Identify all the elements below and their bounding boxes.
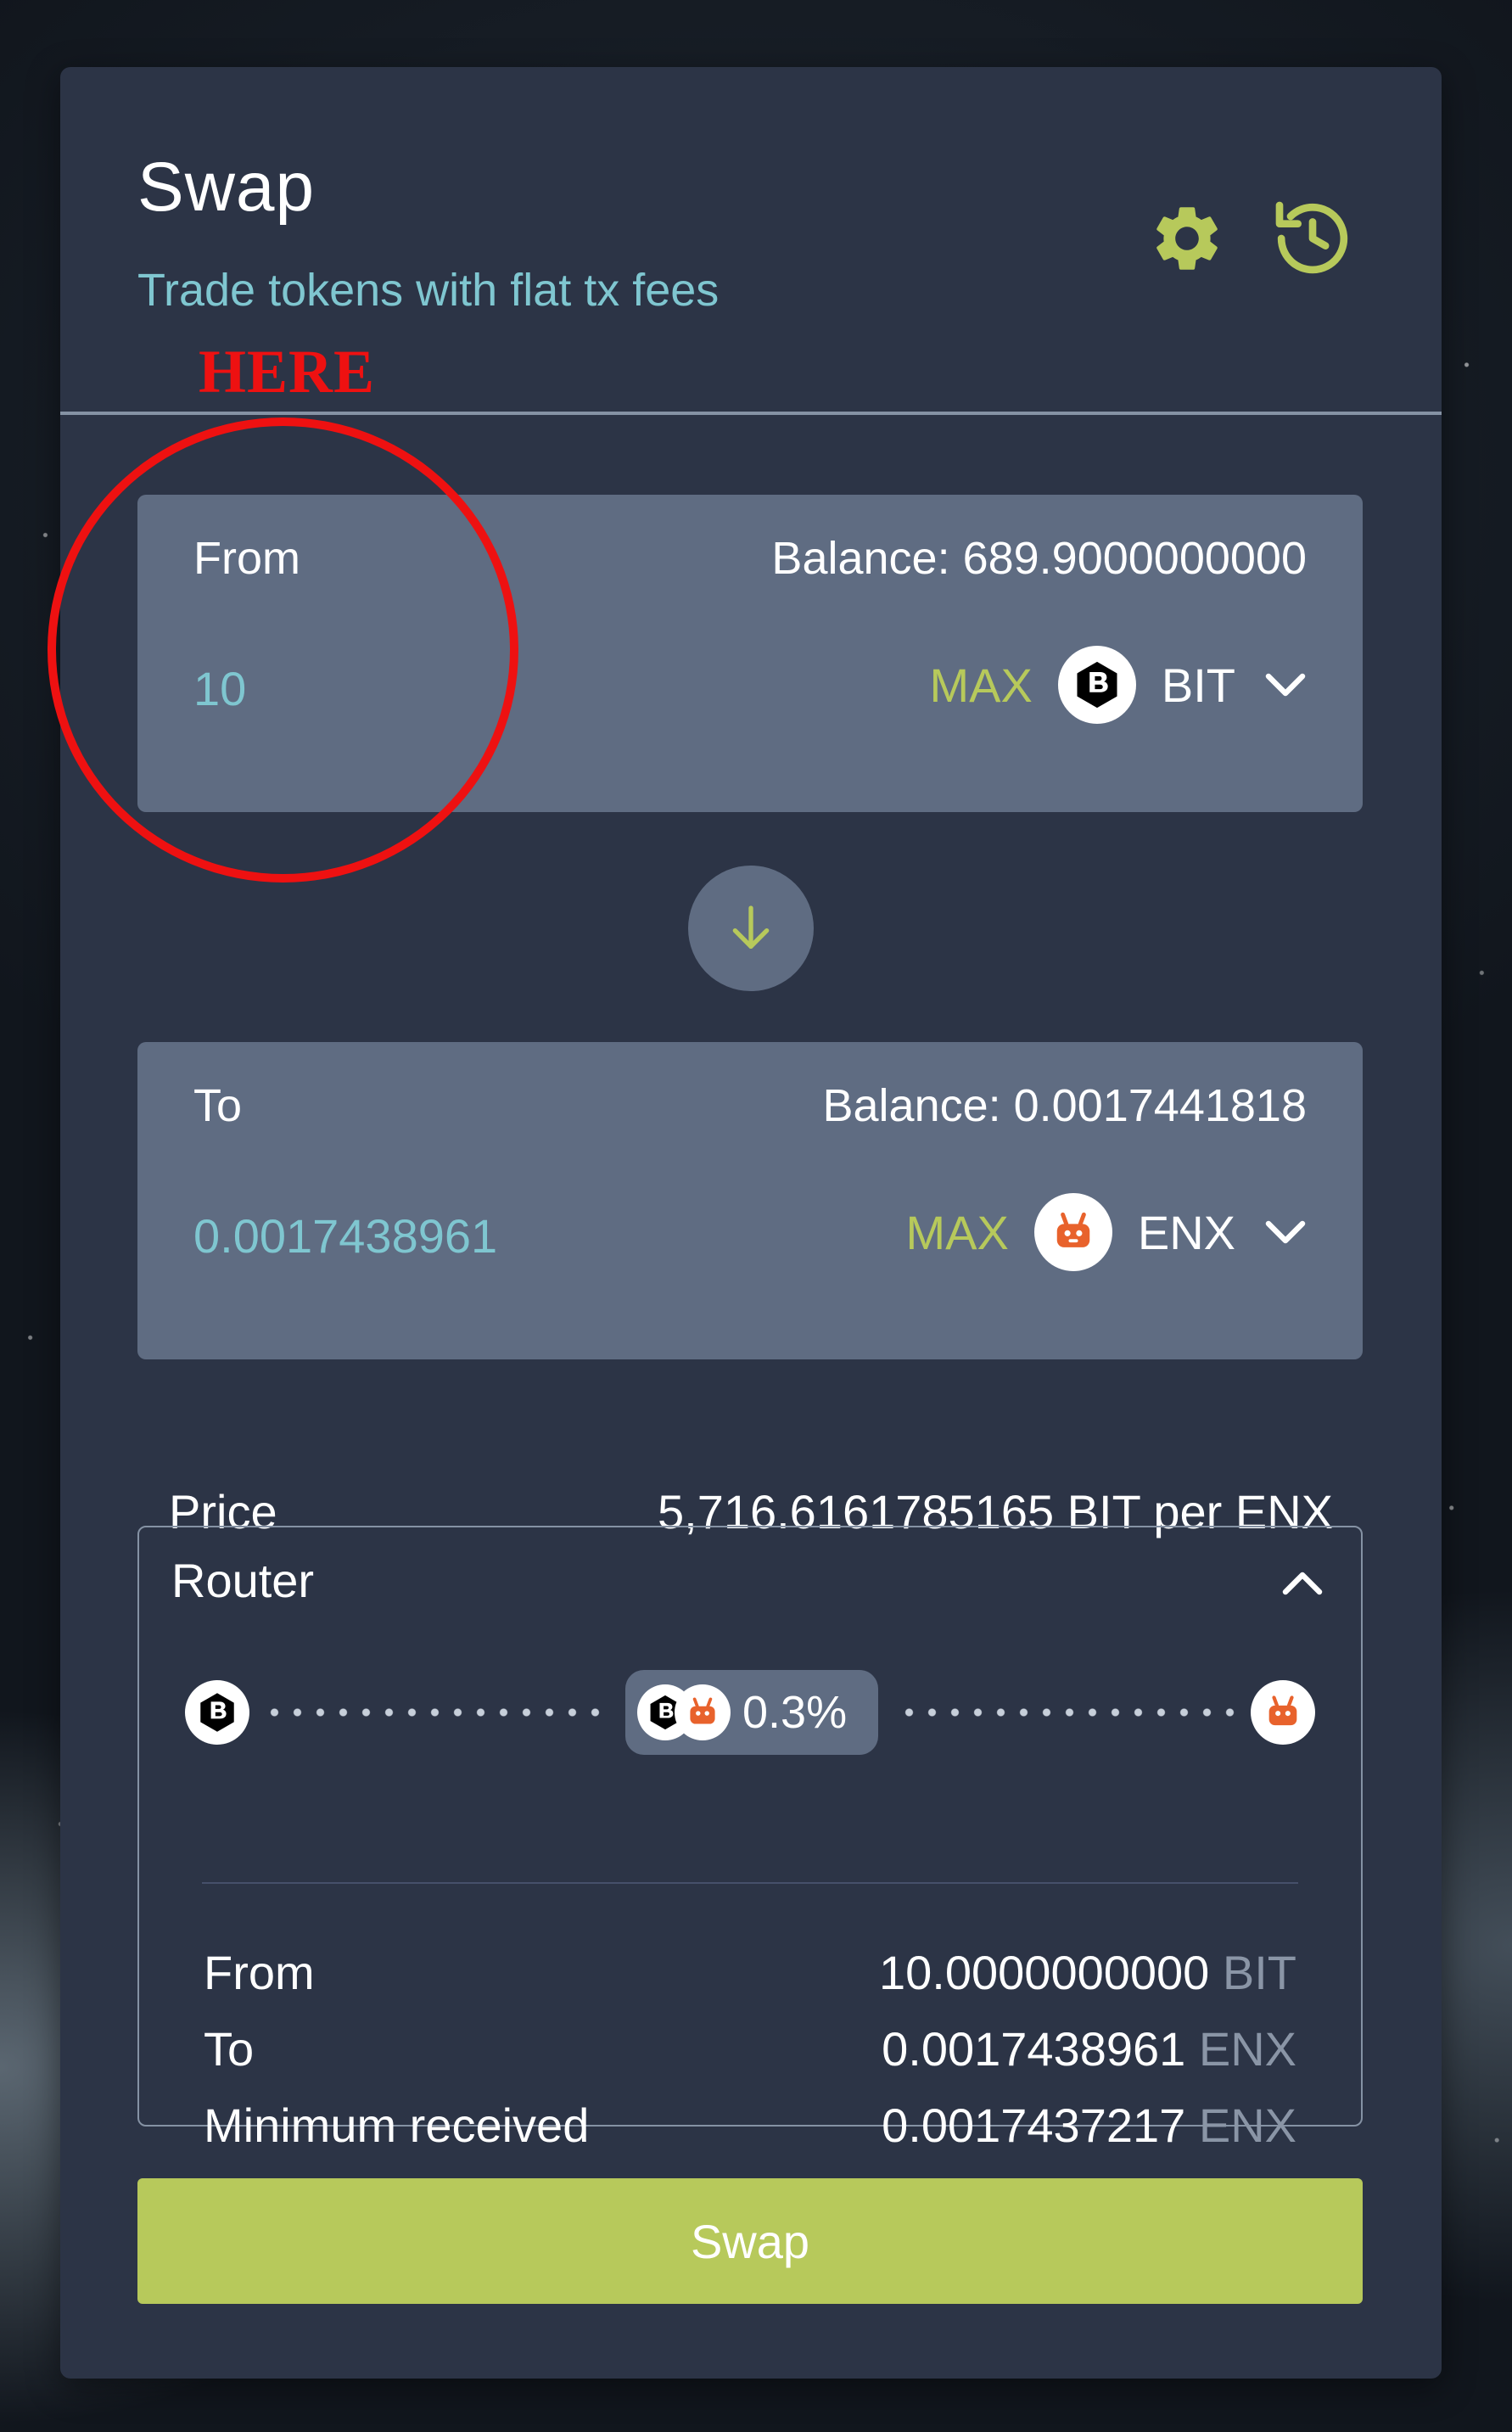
annotation-label: HERE	[199, 338, 376, 406]
arrow-down-icon	[732, 905, 770, 949]
chevron-up-icon	[1282, 1572, 1323, 1595]
header-actions	[1143, 194, 1357, 283]
router-title: Router	[171, 1554, 315, 1607]
bit-token-icon	[185, 1680, 249, 1745]
router-panel: Router 0.3% From 10.0000000000 BIT To 0.…	[137, 1526, 1363, 2152]
from-token-row: MAX BIT	[930, 644, 1307, 726]
detail-label: Minimum received	[204, 2099, 590, 2152]
to-amount-input[interactable]	[193, 1208, 736, 1264]
enx-token-icon	[1251, 1680, 1315, 1745]
chevron-down-icon	[1265, 673, 1306, 697]
swap-button[interactable]: Swap	[137, 2178, 1363, 2304]
history-icon	[1275, 201, 1348, 274]
detail-value: 10.0000000000 BIT	[879, 1945, 1296, 2000]
detail-row-minimum-received: Minimum received 0.0017437217 ENX	[204, 2098, 1296, 2157]
from-token-name: BIT	[1161, 658, 1235, 712]
swap-card: Swap Trade tokens with flat tx fees From…	[60, 67, 1442, 2379]
route-pool-chip: 0.3%	[625, 1670, 878, 1755]
enx-token-icon	[1033, 1193, 1112, 1271]
chevron-down-icon	[1265, 1220, 1306, 1244]
detail-value: 0.0017437217 ENX	[882, 2098, 1296, 2153]
detail-row-to: To 0.0017438961 ENX	[204, 2021, 1296, 2081]
swap-direction-button[interactable]	[688, 866, 814, 991]
page-subtitle: Trade tokens with flat tx fees	[137, 265, 720, 316]
detail-amount: 0.0017437217	[882, 2099, 1186, 2152]
to-balance: Balance: 0.0017441818	[822, 1080, 1307, 1131]
route-dots	[263, 1708, 602, 1717]
to-max-button[interactable]: MAX	[905, 1205, 1008, 1260]
detail-value: 0.0017438961 ENX	[882, 2021, 1296, 2076]
from-token-select[interactable]: BIT	[1057, 646, 1307, 724]
detail-label: To	[204, 2022, 255, 2076]
to-token-name: ENX	[1137, 1205, 1235, 1259]
header-divider	[60, 412, 1442, 415]
settings-button[interactable]	[1143, 194, 1231, 283]
gear-icon	[1156, 207, 1218, 270]
route-path: 0.3%	[185, 1670, 1315, 1755]
detail-unit: ENX	[1198, 2022, 1296, 2076]
page-title: Swap	[137, 148, 316, 226]
router-collapse-button[interactable]	[1273, 1558, 1332, 1609]
detail-amount: 10.0000000000	[879, 1946, 1210, 1999]
to-label: To	[193, 1080, 243, 1131]
pool-fee: 0.3%	[742, 1687, 848, 1738]
router-divider	[202, 1882, 1298, 1884]
from-balance: Balance: 689.9000000000	[771, 533, 1307, 584]
detail-unit: ENX	[1198, 2099, 1296, 2152]
detail-row-from: From 10.0000000000 BIT	[204, 1945, 1296, 2004]
to-token-row: MAX ENX	[905, 1191, 1307, 1273]
from-max-button[interactable]: MAX	[930, 658, 1033, 713]
enx-token-icon	[675, 1684, 731, 1740]
to-token-select[interactable]: ENX	[1033, 1193, 1307, 1271]
annotation-circle	[48, 417, 518, 883]
detail-unit: BIT	[1222, 1946, 1296, 1999]
to-panel: To Balance: 0.0017441818 MAX ENX	[137, 1042, 1363, 1359]
detail-label: From	[204, 1946, 315, 1999]
bit-token-icon	[1057, 646, 1136, 724]
detail-amount: 0.0017438961	[882, 2022, 1186, 2076]
history-button[interactable]	[1268, 194, 1357, 283]
route-dots	[898, 1708, 1237, 1717]
